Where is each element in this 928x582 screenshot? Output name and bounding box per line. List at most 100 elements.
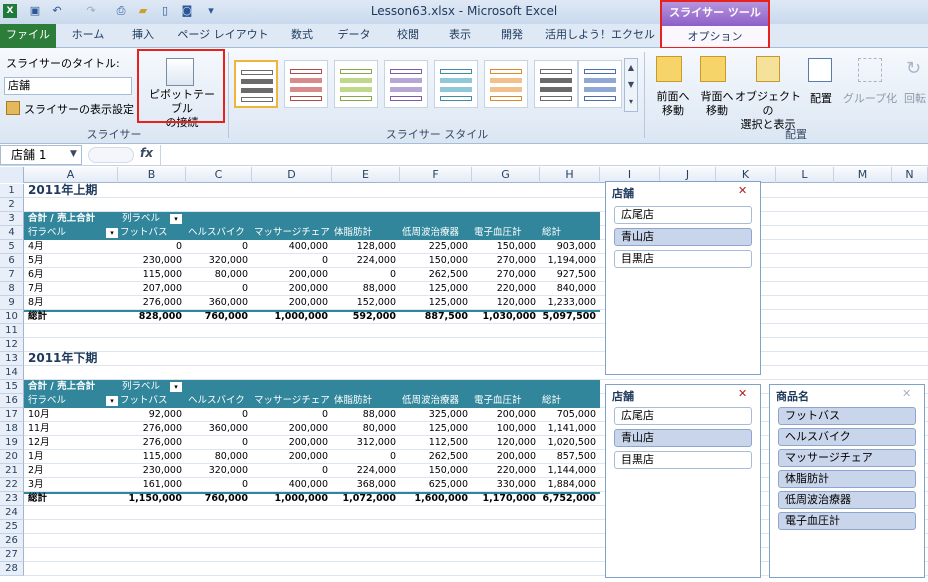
pivot-cell[interactable]: 360,000 <box>186 296 248 310</box>
slicer-caption-input[interactable]: 店舗 <box>4 77 132 95</box>
row-header[interactable]: 7 <box>0 268 24 282</box>
pivot-column-header[interactable]: 電子血圧計 <box>474 394 540 408</box>
slicer-style-7[interactable] <box>534 60 578 108</box>
pivot-cell[interactable]: 115,000 <box>118 450 182 464</box>
row-header[interactable]: 19 <box>0 436 24 450</box>
style-gallery-scroll[interactable]: ▲ ▼ ▾ <box>624 58 638 112</box>
pivot-cell[interactable]: 360,000 <box>186 422 248 436</box>
pivot-cell[interactable]: 625,000 <box>400 478 468 492</box>
pivot-cell[interactable]: 230,000 <box>118 464 182 478</box>
pivot-cell[interactable]: 320,000 <box>186 254 248 268</box>
pivot-cell[interactable]: 0 <box>252 408 328 422</box>
row-header[interactable]: 12 <box>0 338 24 352</box>
column-header[interactable]: L <box>776 167 834 183</box>
slicer-item[interactable]: 広尾店 <box>614 407 752 425</box>
pivot-row-label[interactable]: 2月 <box>28 464 108 478</box>
pivot-cell[interactable]: 0 <box>186 240 248 254</box>
pivot-cell[interactable]: 0 <box>332 268 396 282</box>
pivot-column-header[interactable]: 総計 <box>542 394 600 408</box>
pivot-cell[interactable]: 0 <box>332 450 396 464</box>
row-header[interactable]: 17 <box>0 408 24 422</box>
pivot-cell[interactable]: 262,500 <box>400 450 468 464</box>
row-header[interactable]: 6 <box>0 254 24 268</box>
pivot-cell[interactable]: 207,000 <box>118 282 182 296</box>
slicer-item[interactable]: マッサージチェア <box>778 449 916 467</box>
pivot-row-label[interactable]: 5月 <box>28 254 108 268</box>
row-header[interactable]: 22 <box>0 478 24 492</box>
row-header[interactable]: 11 <box>0 324 24 338</box>
clear-filter-icon[interactable]: ✕ <box>902 387 911 400</box>
slicer-item[interactable]: 目黒店 <box>614 250 752 268</box>
pivot-row-labels[interactable]: 行ラベル <box>28 394 108 408</box>
pivot-cell[interactable]: 270,000 <box>472 268 536 282</box>
clear-filter-icon[interactable]: ✕ <box>738 184 747 197</box>
row-header[interactable]: 15 <box>0 380 24 394</box>
tab-home[interactable]: ホーム <box>64 24 112 48</box>
pivot-row-label[interactable]: 11月 <box>28 422 108 436</box>
slicer-item[interactable]: フットバス <box>778 407 916 425</box>
column-header[interactable]: M <box>834 167 892 183</box>
rotate-button[interactable]: 回転 <box>904 90 928 106</box>
pivot-cell[interactable]: 161,000 <box>118 478 182 492</box>
row-header[interactable]: 16 <box>0 394 24 408</box>
pivot-cell[interactable]: 1,233,000 <box>540 296 596 310</box>
pivot-cell[interactable]: 200,000 <box>472 450 536 464</box>
column-header[interactable]: F <box>400 167 472 183</box>
pivot-total-cell[interactable]: 1,170,000 <box>472 492 537 506</box>
pivot-cell[interactable]: 325,000 <box>400 408 468 422</box>
tab-data[interactable]: データ <box>330 24 378 48</box>
pivot-cell[interactable]: 276,000 <box>118 422 182 436</box>
pivot-cell[interactable]: 150,000 <box>400 254 468 268</box>
select-all-corner[interactable] <box>0 167 24 183</box>
pivot-cell[interactable]: 220,000 <box>472 464 536 478</box>
slicer-item[interactable]: 広尾店 <box>614 206 752 224</box>
row-header[interactable]: 10 <box>0 310 24 324</box>
pivot-cell[interactable]: 0 <box>252 254 328 268</box>
pivot-total-cell[interactable]: 828,000 <box>118 310 182 324</box>
pivot-cell[interactable]: 320,000 <box>186 464 248 478</box>
tab-insert[interactable]: 挿入 <box>120 24 166 48</box>
slicer-store-2[interactable]: 店舗 ✕ 広尾店 青山店 目黒店 <box>605 384 761 578</box>
pivot-column-header[interactable]: 低周波治療器 <box>402 226 472 240</box>
pivot-cell[interactable]: 200,000 <box>252 282 328 296</box>
pivot-cell[interactable]: 125,000 <box>400 296 468 310</box>
pivot-title[interactable]: 2011年下期 <box>28 351 228 367</box>
column-header[interactable]: G <box>472 167 540 183</box>
pivot-cell[interactable]: 312,000 <box>332 436 396 450</box>
pivot-cell[interactable]: 1,144,000 <box>540 464 596 478</box>
pivot-total-cell[interactable]: 887,500 <box>400 310 468 324</box>
pivot-title[interactable]: 2011年上期 <box>28 183 228 199</box>
row-header[interactable]: 9 <box>0 296 24 310</box>
tab-page-layout[interactable]: ページ レイアウト <box>174 24 272 48</box>
row-header[interactable]: 27 <box>0 548 24 562</box>
formula-input[interactable] <box>160 145 928 165</box>
pivot-total-cell[interactable]: 6,752,000 <box>540 492 597 506</box>
slicer-style-3[interactable] <box>334 60 378 108</box>
pivot-cell[interactable]: 80,000 <box>186 268 248 282</box>
column-header[interactable]: N <box>892 167 928 183</box>
pivot-cell[interactable]: 927,500 <box>540 268 596 282</box>
pivot-cell[interactable]: 840,000 <box>540 282 596 296</box>
pivot-cell[interactable]: 230,000 <box>118 254 182 268</box>
pivot-cell[interactable]: 200,000 <box>252 296 328 310</box>
filter-dropdown-icon[interactable]: ▾ <box>106 396 118 406</box>
row-header[interactable]: 28 <box>0 562 24 576</box>
slicer-style-4[interactable] <box>384 60 428 108</box>
pivot-cell[interactable]: 276,000 <box>118 296 182 310</box>
filter-dropdown-icon[interactable]: ▾ <box>170 382 182 392</box>
group-button[interactable]: グループ化 <box>842 90 898 106</box>
row-header[interactable]: 13 <box>0 352 24 366</box>
column-header[interactable]: C <box>186 167 252 183</box>
row-header[interactable]: 26 <box>0 534 24 548</box>
row-header[interactable]: 18 <box>0 422 24 436</box>
pivot-row-labels[interactable]: 行ラベル <box>28 226 108 240</box>
pivot-cell[interactable]: 150,000 <box>472 240 536 254</box>
pivot-column-header[interactable]: マッサージチェア <box>254 226 332 240</box>
pivot-cell[interactable]: 276,000 <box>118 436 182 450</box>
pivot-cell[interactable]: 200,000 <box>252 436 328 450</box>
row-header[interactable]: 14 <box>0 366 24 380</box>
pivot-total-cell[interactable]: 1,030,000 <box>472 310 537 324</box>
tab-excel-tips[interactable]: 活用しよう！エクセル <box>542 24 658 48</box>
row-header[interactable]: 21 <box>0 464 24 478</box>
tab-formulas[interactable]: 数式 <box>280 24 324 48</box>
